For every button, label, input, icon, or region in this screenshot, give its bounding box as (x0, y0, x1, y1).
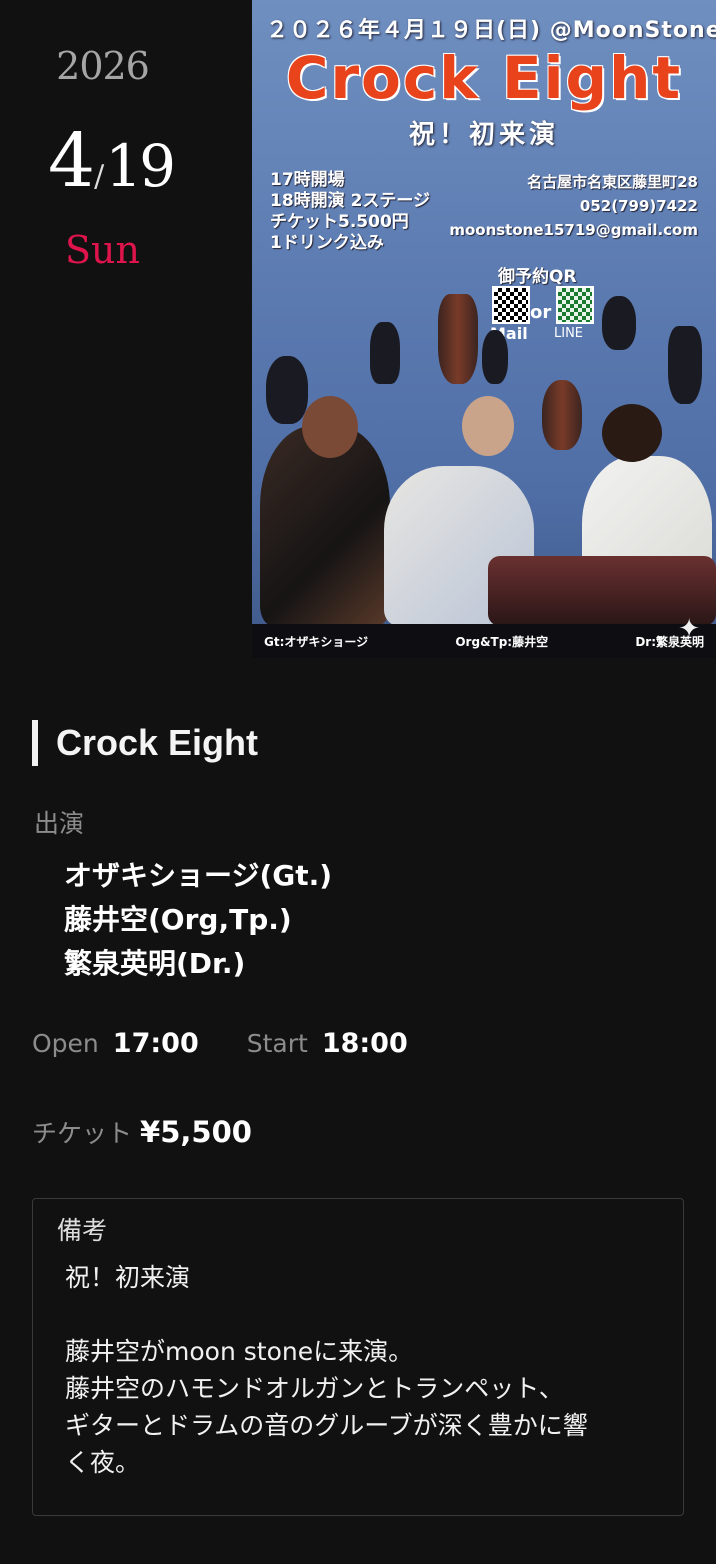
vase-decoration (602, 296, 636, 350)
flyer-address: 名古屋市名東区藤里町28 (527, 173, 698, 191)
flyer-qr-or: or (530, 302, 552, 323)
ticket-label: チケット (32, 1119, 133, 1148)
performers-list: オザキショージ(Gt.) 藤井空(Org,Tp.) 繁泉英明(Dr.) (64, 854, 332, 986)
performer-name: 藤井空(Org,Tp.) (64, 903, 292, 936)
start-label: Start (246, 1029, 308, 1058)
event-weekday: Sun (65, 228, 140, 272)
credit-guitar: Gt:オザキショージ (264, 634, 369, 649)
event-date-block: 2026 4/19 Sun (0, 0, 252, 658)
flyer-schedule-info: 17時開場 18時開演 2ステージ チケット5.500円 1ドリンク込み (270, 170, 430, 254)
flyer-info-line: 1ドリンク込み (270, 233, 384, 253)
flyer-qr-line-label: LINE (554, 326, 584, 341)
performer-name: オザキショージ(Gt.) (64, 859, 333, 892)
flyer-email: moonstone15719@gmail.com (449, 221, 698, 239)
performer-name: 繁泉英明(Dr.) (64, 947, 246, 980)
mail-qr-code-icon (492, 286, 530, 324)
vase-decoration (438, 294, 478, 384)
flyer-date-venue: ２０２６年４月１９日(日) @MoonStone (266, 18, 716, 43)
flyer-subtitle: 祝！初来演 (408, 120, 559, 150)
flyer-phone: 052(799)7422 (579, 197, 698, 215)
band-photo (252, 376, 716, 626)
trumpeter-head (462, 396, 514, 456)
notes-label: 備考 (57, 1216, 108, 1245)
date-slash: / (94, 159, 105, 194)
sparkle-icon: ✦ (678, 614, 700, 644)
notes-box: 備考 祝！初来演 藤井空がmoon stoneに来演。 藤井空のハモンドオルガン… (32, 1198, 684, 1516)
notes-body: 祝！初来演 藤井空がmoon stoneに来演。 藤井空のハモンドオルガンとトラ… (65, 1263, 588, 1477)
flyer-title: Crock Eight (285, 44, 683, 112)
event-times: Open 17:00 Start 18:00 (32, 1028, 408, 1059)
open-label: Open (32, 1029, 99, 1058)
vase-decoration (370, 322, 400, 384)
line-qr-code-icon (556, 286, 594, 324)
performers-label: 出演 (34, 809, 85, 838)
start-time: 18:00 (321, 1028, 408, 1059)
flyer-info-line: チケット5.500円 (270, 212, 409, 232)
flyer-qr-title: 御予約QR (498, 267, 577, 287)
flyer-contact-info: 名古屋市名東区藤里町28 052(799)7422 moonstone15719… (449, 170, 698, 242)
credit-organ-trumpet: Org&Tp:藤井空 (455, 634, 549, 649)
flyer-info-line: 18時開演 2ステージ (270, 191, 431, 211)
event-day: 19 (105, 132, 176, 200)
event-month-day: 4/19 (48, 118, 176, 204)
flyer-info-line: 17時開場 (270, 170, 345, 190)
event-flyer-image[interactable]: ２０２６年４月１９日(日) @MoonStone Crock Eight 祝！初… (252, 0, 716, 658)
open-time: 17:00 (112, 1028, 199, 1059)
drummer-head (602, 404, 662, 462)
event-year: 2026 (56, 44, 150, 88)
event-title: Crock Eight (32, 720, 258, 766)
ticket-price: ¥5,500 (140, 1115, 252, 1149)
event-month: 4 (48, 118, 95, 204)
guitarist-head (302, 396, 358, 458)
ticket-info: チケット ¥5,500 (32, 1114, 252, 1150)
flyer-credits: Gt:オザキショージ Org&Tp:藤井空 Dr:繁泉英明 (252, 624, 716, 658)
